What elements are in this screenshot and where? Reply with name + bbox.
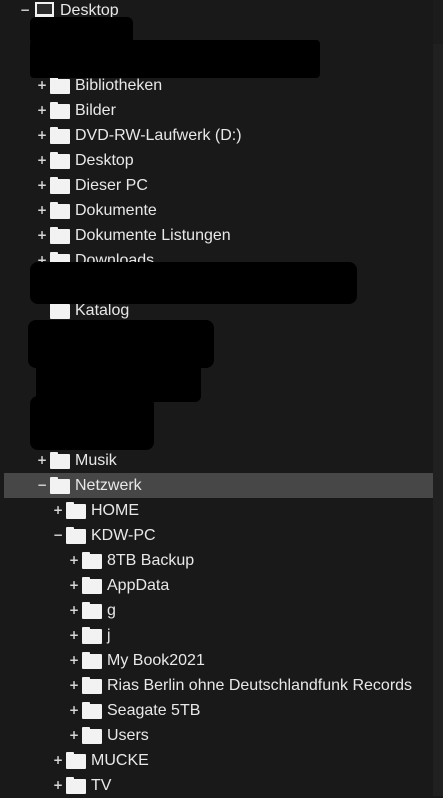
folder-icon: [50, 202, 70, 219]
tree-item-label: Dokumente Listungen: [75, 227, 231, 244]
expand-icon[interactable]: +: [68, 650, 80, 670]
expand-icon[interactable]: +: [36, 175, 48, 195]
expand-icon[interactable]: +: [36, 100, 48, 120]
expand-icon[interactable]: +: [36, 225, 48, 245]
tree-item-dvd-rw-laufwerk[interactable]: + DVD-RW-Laufwerk (D:): [0, 123, 433, 148]
collapse-icon[interactable]: −: [36, 475, 48, 495]
expand-icon[interactable]: +: [68, 700, 80, 720]
folder-icon: [82, 727, 102, 744]
tree-item-netzwerk[interactable]: − Netzwerk: [4, 473, 433, 498]
tree-item-rias-berlin[interactable]: + Rias Berlin ohne Deutschlandfunk Recor…: [0, 673, 433, 698]
folder-icon: [82, 627, 102, 644]
tree-item-label: Seagate 5TB: [107, 702, 201, 719]
tree-item-desktop[interactable]: + Desktop: [0, 148, 433, 173]
expand-icon[interactable]: +: [52, 750, 64, 770]
folder-icon: [82, 577, 102, 594]
expand-icon[interactable]: +: [68, 600, 80, 620]
tree-item-label: 8TB Backup: [107, 552, 195, 569]
tree-item-dieser-pc[interactable]: + Dieser PC: [0, 173, 433, 198]
folder-icon: [82, 702, 102, 719]
tree-item-label: Katalog: [75, 302, 130, 319]
folder-icon: [66, 527, 86, 544]
tree-item-label: My Book2021: [107, 652, 205, 669]
tree-item-home[interactable]: + HOME: [0, 498, 433, 523]
tree-item-appdata[interactable]: + AppData: [0, 573, 433, 598]
tree-item-label: HOME: [91, 502, 139, 519]
tree-item-label: KDW-PC: [91, 527, 156, 544]
tree-item-users[interactable]: + Users: [0, 723, 433, 748]
expand-icon[interactable]: +: [36, 200, 48, 220]
tree-item-g[interactable]: + g: [0, 598, 433, 623]
expand-icon[interactable]: +: [68, 625, 80, 645]
expand-icon[interactable]: +: [52, 500, 64, 520]
expand-icon[interactable]: +: [36, 150, 48, 170]
tree-item-my-book2021[interactable]: + My Book2021: [0, 648, 433, 673]
tree-item-bilder[interactable]: + Bilder: [0, 98, 433, 123]
monitor-icon: [35, 2, 54, 18]
expand-icon[interactable]: +: [36, 450, 48, 470]
tree-item-dokumente[interactable]: + Dokumente: [0, 198, 433, 223]
tree-item-label: TV: [91, 777, 112, 794]
tree-item-label: Users: [107, 727, 149, 744]
tree-item-dokumente-listungen[interactable]: + Dokumente Listungen: [0, 223, 433, 248]
folder-icon: [50, 477, 70, 494]
redaction-block: [28, 320, 214, 368]
tree-item-seagate-5tb[interactable]: + Seagate 5TB: [0, 698, 433, 723]
folder-icon: [82, 677, 102, 694]
folder-icon: [50, 227, 70, 244]
expand-icon[interactable]: +: [68, 550, 80, 570]
tree-item-kdw-pc[interactable]: − KDW-PC: [0, 523, 433, 548]
expand-icon[interactable]: +: [36, 125, 48, 145]
tree-item-label: g: [107, 602, 116, 619]
tree-item-label: Bibliotheken: [75, 77, 163, 94]
collapse-icon[interactable]: −: [52, 525, 64, 545]
expand-icon[interactable]: +: [68, 575, 80, 595]
tree-item-label: Rias Berlin ohne Deutschlandfunk Records: [107, 677, 413, 694]
tree-item-8tb-backup[interactable]: + 8TB Backup: [0, 548, 433, 573]
collapse-icon[interactable]: −: [19, 0, 31, 20]
redaction-block: [30, 40, 320, 78]
expand-icon[interactable]: +: [52, 775, 64, 795]
folder-icon: [82, 602, 102, 619]
expand-icon[interactable]: +: [36, 75, 48, 95]
tree-item-label: j: [107, 627, 111, 644]
tree-item-label: Netzwerk: [75, 477, 142, 494]
tree-item-musik[interactable]: + Musik: [0, 448, 433, 473]
tree-item-label: DVD-RW-Laufwerk (D:): [75, 127, 242, 144]
folder-icon: [66, 502, 86, 519]
tree-item-label: MUCKE: [91, 752, 149, 769]
tree-item-label: AppData: [107, 577, 170, 594]
scrollbar-thumb[interactable]: [433, 44, 443, 796]
expand-icon[interactable]: +: [68, 725, 80, 745]
tree-item-j[interactable]: + j: [0, 623, 433, 648]
tree-item-mucke[interactable]: + MUCKE: [0, 748, 433, 773]
folder-icon: [66, 777, 86, 794]
folder-icon: [50, 302, 70, 319]
folder-icon: [82, 552, 102, 569]
folder-icon: [50, 177, 70, 194]
folder-icon: [50, 152, 70, 169]
folder-icon: [66, 752, 86, 769]
expand-icon[interactable]: +: [68, 675, 80, 695]
tree-item-label: Dieser PC: [75, 177, 148, 194]
tree-item-label: Dokumente: [75, 202, 157, 219]
folder-icon: [50, 102, 70, 119]
folder-icon: [50, 452, 70, 469]
folder-icon: [50, 77, 70, 94]
tree-item-label: Bilder: [75, 102, 116, 119]
redaction-block: [30, 262, 357, 304]
tree-item-label: Musik: [75, 452, 117, 469]
folder-icon: [50, 127, 70, 144]
tree-item-tv[interactable]: + TV: [0, 773, 433, 798]
tree-item-label: Desktop: [75, 152, 134, 169]
folder-icon: [82, 652, 102, 669]
redaction-block: [30, 396, 154, 450]
